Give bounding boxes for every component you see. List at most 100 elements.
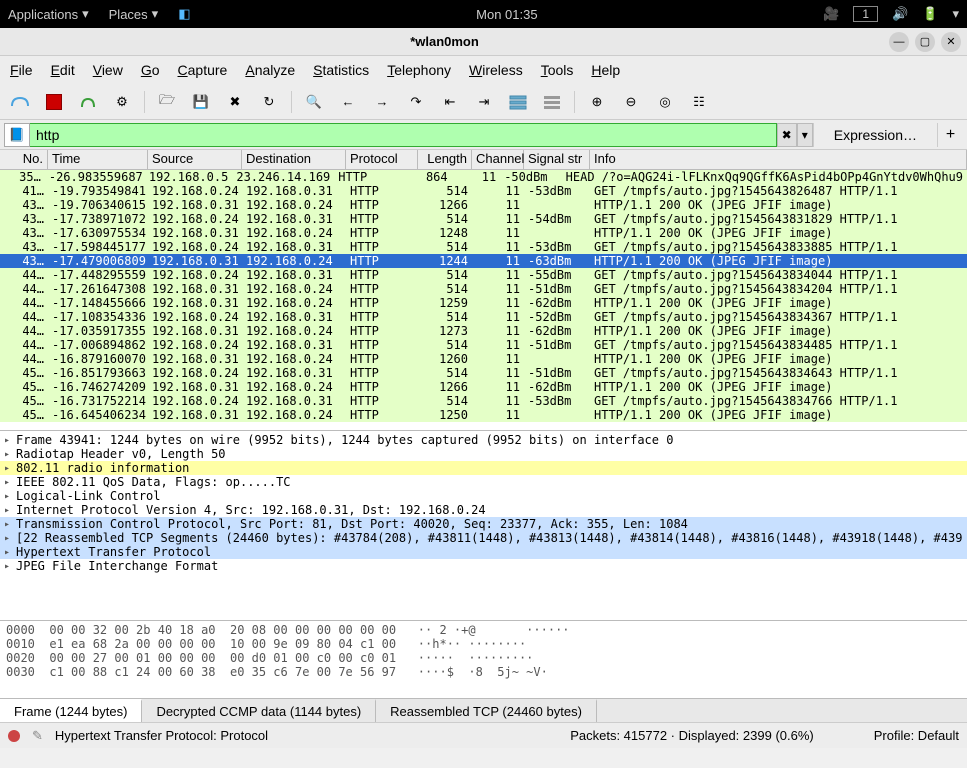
menu-view[interactable]: View xyxy=(93,62,123,78)
column-header[interactable]: Time xyxy=(48,150,148,169)
packet-row[interactable]: 41…-19.793549841192.168.0.24192.168.0.31… xyxy=(0,184,967,198)
expand-arrow-icon[interactable]: ▸ xyxy=(4,463,16,474)
bytes-tab[interactable]: Decrypted CCMP data (1144 bytes) xyxy=(142,699,376,722)
detail-item[interactable]: ▸802.11 radio information xyxy=(0,461,967,475)
packet-row[interactable]: 45…-16.746274209192.168.0.31192.168.0.24… xyxy=(0,380,967,394)
edit-prefs-icon[interactable]: ✎ xyxy=(32,728,43,744)
packet-row[interactable]: 45…-16.851793663192.168.0.24192.168.0.31… xyxy=(0,366,967,380)
packet-row[interactable]: 44…-17.108354336192.168.0.24192.168.0.31… xyxy=(0,310,967,324)
go-back-icon[interactable]: ← xyxy=(336,90,360,114)
volume-icon[interactable]: 🔊 xyxy=(892,6,908,22)
menu-wireless[interactable]: Wireless xyxy=(469,62,523,78)
packet-bytes-pane[interactable]: 0000 00 00 32 00 2b 40 18 a0 20 08 00 00… xyxy=(0,620,967,698)
zoom-in-icon[interactable]: ⊕ xyxy=(585,90,609,114)
clock[interactable]: Mon 01:35 xyxy=(191,7,824,22)
go-first-icon[interactable]: ⇤ xyxy=(438,90,462,114)
packet-row[interactable]: 44…-17.148455666192.168.0.31192.168.0.24… xyxy=(0,296,967,310)
expand-arrow-icon[interactable]: ▸ xyxy=(4,547,16,558)
jump-packet-icon[interactable]: ↷ xyxy=(404,90,428,114)
packet-row[interactable]: 43…-19.706340615192.168.0.31192.168.0.24… xyxy=(0,198,967,212)
menu-statistics[interactable]: Statistics xyxy=(313,62,369,78)
detail-item[interactable]: ▸Radiotap Header v0, Length 50 xyxy=(0,447,967,461)
menu-telephony[interactable]: Telephony xyxy=(387,62,451,78)
detail-item[interactable]: ▸IEEE 802.11 QoS Data, Flags: op.....TC xyxy=(0,475,967,489)
detail-item[interactable]: ▸Frame 43941: 1244 bytes on wire (9952 b… xyxy=(0,433,967,447)
workspace-indicator[interactable]: 1 xyxy=(853,6,878,22)
column-header[interactable]: Channel xyxy=(472,150,524,169)
packet-details-pane[interactable]: ▸Frame 43941: 1244 bytes on wire (9952 b… xyxy=(0,430,967,620)
display-filter-input[interactable] xyxy=(30,123,777,147)
bookmark-filter-icon[interactable]: 📘 xyxy=(4,123,30,147)
menu-analyze[interactable]: Analyze xyxy=(245,62,295,78)
start-capture-icon[interactable] xyxy=(8,90,32,114)
expand-arrow-icon[interactable]: ▸ xyxy=(4,449,16,460)
column-header[interactable]: Destination xyxy=(242,150,346,169)
packet-row[interactable]: 45…-16.731752214192.168.0.24192.168.0.31… xyxy=(0,394,967,408)
detail-item[interactable]: ▸Transmission Control Protocol, Src Port… xyxy=(0,517,967,531)
bytes-tab[interactable]: Frame (1244 bytes) xyxy=(0,699,142,722)
capture-options-icon[interactable]: ⚙ xyxy=(110,90,134,114)
detail-item[interactable]: ▸[22 Reassembled TCP Segments (24460 byt… xyxy=(0,531,967,545)
column-header[interactable]: Source xyxy=(148,150,242,169)
reload-icon[interactable]: ↻ xyxy=(257,90,281,114)
expand-arrow-icon[interactable]: ▸ xyxy=(4,491,16,502)
packet-row[interactable]: 43…-17.479006809192.168.0.31192.168.0.24… xyxy=(0,254,967,268)
app-launcher-icon[interactable]: ◧ xyxy=(178,6,190,22)
status-profile[interactable]: Profile: Default xyxy=(874,728,959,743)
menu-capture[interactable]: Capture xyxy=(178,62,228,78)
packet-row[interactable]: 44…-17.448295559192.168.0.24192.168.0.31… xyxy=(0,268,967,282)
column-header[interactable]: Signal str xyxy=(524,150,590,169)
stop-capture-icon[interactable] xyxy=(42,90,66,114)
menu-file[interactable]: File xyxy=(10,62,33,78)
menu-tools[interactable]: Tools xyxy=(541,62,574,78)
detail-item[interactable]: ▸Hypertext Transfer Protocol xyxy=(0,545,967,559)
video-icon[interactable]: 🎥 xyxy=(823,6,839,22)
expand-arrow-icon[interactable]: ▸ xyxy=(4,477,16,488)
column-header[interactable]: Length xyxy=(418,150,472,169)
expand-arrow-icon[interactable]: ▸ xyxy=(4,435,16,446)
power-icon[interactable]: ▾ xyxy=(952,6,959,22)
add-filter-button[interactable]: + xyxy=(937,123,963,147)
close-button[interactable]: ✕ xyxy=(941,32,961,52)
column-header[interactable]: Info xyxy=(590,150,967,169)
clear-filter-button[interactable]: ✖ xyxy=(777,123,797,147)
packet-row[interactable]: 43…-17.598445177192.168.0.24192.168.0.31… xyxy=(0,240,967,254)
expand-arrow-icon[interactable]: ▸ xyxy=(4,505,16,516)
menu-help[interactable]: Help xyxy=(591,62,620,78)
maximize-button[interactable]: ▢ xyxy=(915,32,935,52)
packet-row[interactable]: 43…-17.738971072192.168.0.24192.168.0.31… xyxy=(0,212,967,226)
packet-row[interactable]: 44…-17.261647308192.168.0.31192.168.0.24… xyxy=(0,282,967,296)
go-last-icon[interactable]: ⇥ xyxy=(472,90,496,114)
column-header[interactable]: No. xyxy=(0,150,48,169)
find-packet-icon[interactable]: 🔍 xyxy=(302,90,326,114)
resize-columns-icon[interactable]: ☷ xyxy=(687,90,711,114)
expand-arrow-icon[interactable]: ▸ xyxy=(4,519,16,530)
expand-arrow-icon[interactable]: ▸ xyxy=(4,533,16,544)
menu-go[interactable]: Go xyxy=(141,62,160,78)
close-file-icon[interactable]: ✖ xyxy=(223,90,247,114)
go-forward-icon[interactable]: → xyxy=(370,90,394,114)
restart-capture-icon[interactable] xyxy=(76,90,100,114)
packet-row[interactable]: 44…-16.879160070192.168.0.31192.168.0.24… xyxy=(0,352,967,366)
minimize-button[interactable]: — xyxy=(889,32,909,52)
packet-row[interactable]: 43…-17.630975534192.168.0.31192.168.0.24… xyxy=(0,226,967,240)
save-file-icon[interactable]: 💾 xyxy=(189,90,213,114)
apply-filter-button[interactable]: ▾ xyxy=(797,123,813,147)
packet-list[interactable]: No.TimeSourceDestinationProtocolLengthCh… xyxy=(0,150,967,430)
zoom-out-icon[interactable]: ⊖ xyxy=(619,90,643,114)
menu-edit[interactable]: Edit xyxy=(51,62,75,78)
detail-item[interactable]: ▸Internet Protocol Version 4, Src: 192.1… xyxy=(0,503,967,517)
expression-button[interactable]: Expression… xyxy=(813,123,937,147)
detail-item[interactable]: ▸JPEG File Interchange Format xyxy=(0,559,967,573)
packet-row[interactable]: 45…-16.645406234192.168.0.31192.168.0.24… xyxy=(0,408,967,422)
places-menu[interactable]: Places ▾ xyxy=(109,6,159,22)
packet-row[interactable]: 44…-17.006894862192.168.0.24192.168.0.31… xyxy=(0,338,967,352)
detail-item[interactable]: ▸Logical-Link Control xyxy=(0,489,967,503)
zoom-reset-icon[interactable]: ◎ xyxy=(653,90,677,114)
auto-scroll-icon[interactable] xyxy=(506,90,530,114)
expand-arrow-icon[interactable]: ▸ xyxy=(4,561,16,572)
applications-menu[interactable]: Applications ▾ xyxy=(8,6,89,22)
packet-row[interactable]: 35…-26.983559687192.168.0.523.246.14.169… xyxy=(0,170,967,184)
battery-icon[interactable]: 🔋 xyxy=(922,6,938,22)
column-header[interactable]: Protocol xyxy=(346,150,418,169)
